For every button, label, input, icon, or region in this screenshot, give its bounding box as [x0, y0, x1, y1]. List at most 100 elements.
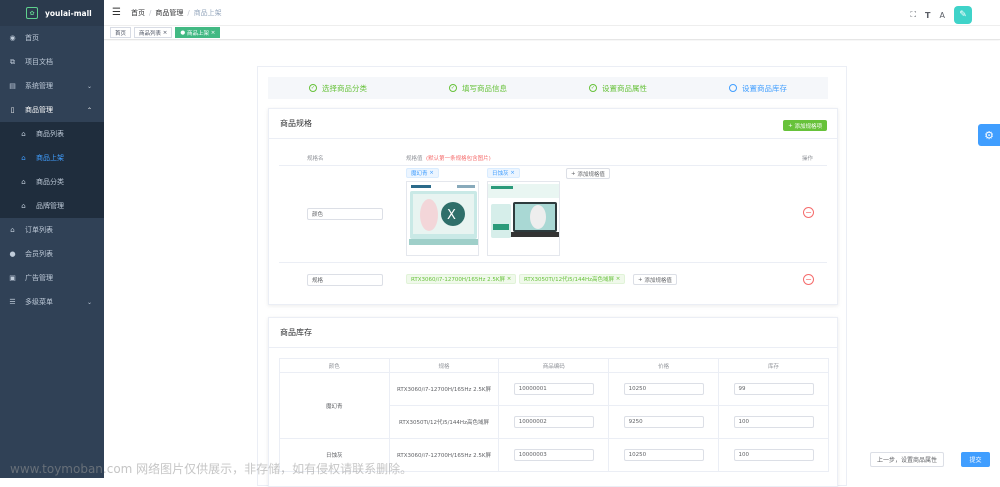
watermark: www.toymoban.com 网络图片仅供展示，非存储，如有侵权请联系删除。 — [10, 462, 413, 476]
col-stock: 库存 — [718, 358, 829, 373]
tags-view: 首页 商品列表 × ● 商品上架 × — [104, 26, 1000, 40]
stock-table: 颜色 规格 商品编码 价格 库存 魔幻青 RTX3060/i7-12700H/1… — [279, 358, 829, 472]
step-circle-icon — [729, 84, 737, 92]
price-input[interactable]: 10250 — [623, 383, 704, 395]
chevron-up-icon: ⌃ — [86, 106, 92, 114]
close-icon[interactable]: × — [616, 276, 621, 282]
laptop-image-grey — [488, 182, 559, 255]
add-spec-value-button[interactable]: + 添加规格值 — [566, 168, 610, 179]
sidebar-item-dashboard[interactable]: ◉ 首页 — [0, 26, 104, 50]
app-name: youlai-mall — [45, 8, 92, 18]
sidebar-item-members[interactable]: ● 会员列表 — [0, 242, 104, 266]
user-icon: ● — [9, 250, 16, 258]
price-input[interactable]: 10250 — [623, 449, 704, 461]
sidebar-item-system[interactable]: ▤ 系统管理 ⌄ — [0, 74, 104, 98]
step-2: ✓填写商品信息› — [408, 77, 551, 99]
system-icon: ▤ — [9, 82, 16, 90]
breadcrumb: 首页 / 商品管理 / 商品上架 — [130, 8, 222, 17]
sidebar-item-multi-menu[interactable]: ☰ 多级菜单 ⌄ — [0, 290, 104, 314]
stock-input[interactable]: 100 — [733, 416, 814, 428]
spec-cell: RTX3060/i7-12700H/165Hz 2.5K屏 — [388, 372, 500, 406]
spec-value-tag[interactable]: RTX3060/i7-12700H/165Hz 2.5K屏 × — [406, 274, 517, 284]
add-spec-value-button[interactable]: + 添加规格值 — [633, 274, 677, 285]
hamburger-icon[interactable]: ☰ — [112, 7, 121, 18]
col-spec: 规格 — [388, 358, 500, 373]
code-input[interactable]: 10000001 — [513, 383, 594, 395]
price-input[interactable]: 9250 — [623, 416, 704, 428]
sidebar-item-orders[interactable]: ⌂ 订单列表 — [0, 218, 104, 242]
col-spec-name: 规格名 — [307, 156, 324, 162]
step-3: ✓设置商品属性› — [548, 77, 691, 99]
spec-value-tag[interactable]: 日蚀灰 × — [487, 168, 520, 178]
check-icon: ✓ — [449, 84, 457, 92]
col-price: 价格 — [608, 358, 720, 373]
order-icon: ⌂ — [10, 226, 15, 234]
font-size-icon[interactable]: T — [925, 11, 930, 20]
dashboard-icon: ◉ — [9, 34, 16, 42]
goods-icon: ⌂ — [21, 130, 26, 138]
goods-icon: ⌂ — [21, 154, 26, 162]
spec-name-input[interactable]: 规格 — [307, 274, 383, 286]
spec-image-upload[interactable] — [487, 181, 560, 256]
tag-goods-publish[interactable]: ● 商品上架 × — [175, 27, 221, 38]
spec-cell: RTX3050Ti/12代i5/144Hz高色域屏 — [388, 405, 500, 439]
tag-goods-list[interactable]: 商品列表 × — [134, 27, 173, 38]
table-row: 魔幻青 RTX3060/i7-12700H/165Hz 2.5K屏 100000… — [279, 372, 829, 439]
breadcrumb-item: 商品上架 — [193, 8, 222, 17]
svg-text:X: X — [447, 208, 456, 223]
chevron-down-icon: ⌄ — [86, 82, 92, 90]
breadcrumb-item[interactable]: 首页 — [131, 9, 145, 17]
stock-input[interactable]: 99 — [733, 383, 814, 395]
sidebar-item-goods-list[interactable]: ⌂ 商品列表 — [0, 122, 104, 146]
divider — [279, 165, 827, 166]
col-color: 颜色 — [279, 358, 390, 373]
fullscreen-icon[interactable]: ⛶ — [910, 10, 916, 20]
goods-icon: ⌂ — [21, 178, 26, 186]
goods-submenu: ⌂ 商品列表 ⌂ 商品上架 ⌂ 商品分类 ⌂ 品牌管理 — [0, 122, 104, 218]
spec-image-upload[interactable]: X — [406, 181, 479, 256]
tag-home[interactable]: 首页 — [110, 27, 132, 38]
main-content: ✓选择商品分类› ✓填写商品信息› ✓设置商品属性› 设置商品库存 商品规格 +… — [104, 41, 1000, 487]
step-4: 设置商品库存 — [688, 77, 828, 99]
menu-icon: ☰ — [9, 298, 16, 306]
check-icon: ✓ — [309, 84, 317, 92]
close-icon[interactable]: × — [507, 276, 512, 282]
close-icon[interactable]: × — [510, 170, 515, 176]
close-icon[interactable]: × — [429, 170, 434, 176]
sidebar-item-goods-publish[interactable]: ⌂ 商品上架 — [0, 146, 104, 170]
goods-form-panel: ✓选择商品分类› ✓填写商品信息› ✓设置商品属性› 设置商品库存 商品规格 +… — [257, 66, 847, 487]
close-icon[interactable]: × — [211, 30, 216, 36]
remove-spec-button[interactable]: − — [803, 274, 814, 285]
close-icon[interactable]: × — [163, 30, 168, 36]
divider — [279, 262, 827, 263]
stock-card-title: 商品库存 — [269, 318, 837, 348]
sidebar-item-brand[interactable]: ⌂ 品牌管理 — [0, 194, 104, 218]
prev-step-button[interactable]: 上一步，设置商品属性 — [870, 452, 945, 467]
ad-icon: ▣ — [9, 274, 16, 282]
spec-card-title: 商品规格 — [269, 109, 837, 139]
language-icon[interactable]: A — [940, 11, 945, 20]
add-spec-button[interactable]: + 添加规格项 — [783, 120, 827, 131]
avatar[interactable]: ✎ — [954, 6, 972, 24]
sidebar-item-goods-category[interactable]: ⌂ 商品分类 — [0, 170, 104, 194]
color-cell: 魔幻青 — [279, 372, 390, 439]
spec-value-tag[interactable]: RTX3050Ti/12代i5/144Hz高色域屏 × — [519, 274, 626, 284]
submit-button[interactable]: 提交 — [961, 452, 990, 467]
spec-value-tag[interactable]: 魔幻青 × — [406, 168, 439, 178]
steps: ✓选择商品分类› ✓填写商品信息› ✓设置商品属性› 设置商品库存 — [268, 77, 828, 99]
logo[interactable]: ✿ youlai-mall — [0, 0, 104, 26]
spec-name-input[interactable]: 颜色 — [307, 208, 383, 220]
sidebar-item-ads[interactable]: ▣ 广告管理 — [0, 266, 104, 290]
step-1: ✓选择商品分类› — [268, 77, 411, 99]
code-input[interactable]: 10000003 — [513, 449, 594, 461]
sidebar-item-goods[interactable]: ▯ 商品管理 ⌃ — [0, 98, 104, 122]
code-input[interactable]: 10000002 — [513, 416, 594, 428]
remove-spec-button[interactable]: − — [803, 207, 814, 218]
goods-icon: ⌂ — [21, 202, 26, 210]
settings-gear-icon[interactable]: ⚙ — [978, 124, 1000, 146]
sidebar-item-docs[interactable]: ⧉ 项目文档 — [0, 50, 104, 74]
stock-input[interactable]: 100 — [733, 449, 814, 461]
check-icon: ✓ — [589, 84, 597, 92]
col-op: 操作 — [802, 156, 814, 162]
breadcrumb-item[interactable]: 商品管理 — [155, 9, 183, 17]
